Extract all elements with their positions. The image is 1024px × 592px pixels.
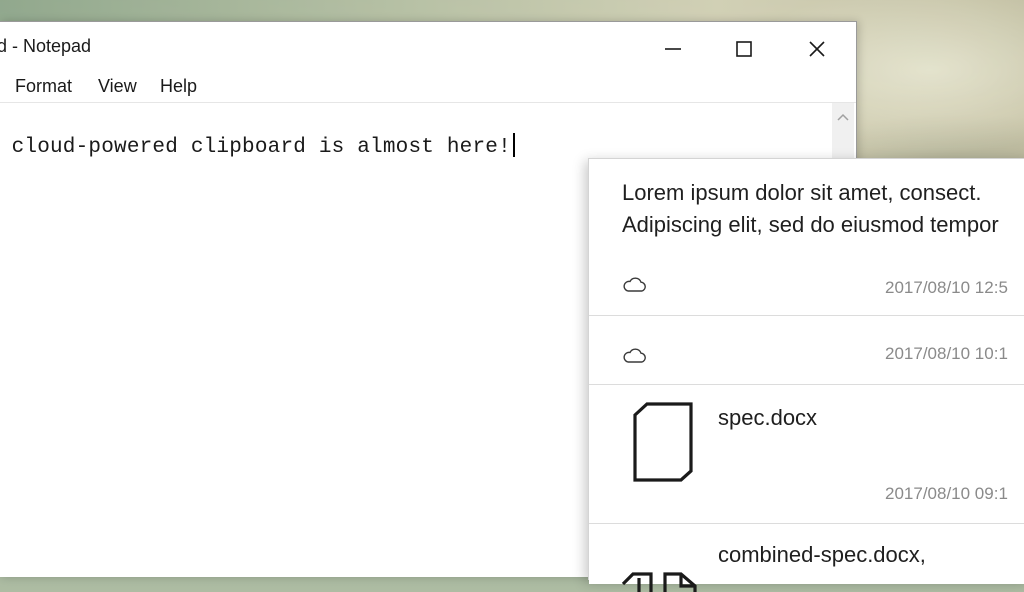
clipboard-item-text: Lorem ipsum dolor sit amet, consect. Adi… [622,180,999,237]
menu-view[interactable]: View [98,76,137,97]
chevron-up-icon [837,113,849,121]
document-icon [633,402,693,482]
clipboard-file-name: spec.docx [718,405,818,430]
minimize-button[interactable] [638,28,708,70]
clipboard-item[interactable]: 2017/08/10 10:1 [589,316,1024,385]
minimize-icon [665,48,681,50]
maximize-button[interactable] [709,28,779,70]
close-icon [809,41,825,57]
clipboard-history-panel: Lorem ipsum dolor sit amet, consect. Adi… [588,158,1024,592]
title-bar[interactable]: ed - Notepad [0,22,856,70]
clipboard-file-name: combined-spec.docx, [718,542,926,567]
editor-text: v cloud-powered clipboard is almost here… [0,136,511,159]
maximize-icon [736,41,752,57]
menu-bar: Format View Help [0,70,856,103]
scroll-up-button[interactable] [832,107,854,129]
clipboard-item[interactable]: Lorem ipsum dolor sit amet, consect. Adi… [589,159,1024,316]
multiple-documents-icon [621,572,697,592]
clipboard-item-timestamp: 2017/08/10 09:1 [885,484,1008,503]
editor-content: v cloud-powered clipboard is almost here… [0,133,515,159]
text-caret [512,133,515,157]
close-button[interactable] [782,28,852,70]
clipboard-item[interactable]: combined-spec.docx, [589,524,1024,592]
cloud-icon [623,348,646,363]
clipboard-item-timestamp: 2017/08/10 10:1 [885,344,1008,363]
clipboard-item-timestamp: 2017/08/10 12:5 [885,278,1008,297]
menu-format[interactable]: Format [15,76,72,97]
clipboard-item[interactable]: spec.docx 2017/08/10 09:1 [589,385,1024,524]
menu-help[interactable]: Help [160,76,197,97]
window-title: ed - Notepad [0,36,92,56]
cloud-icon [623,277,646,292]
